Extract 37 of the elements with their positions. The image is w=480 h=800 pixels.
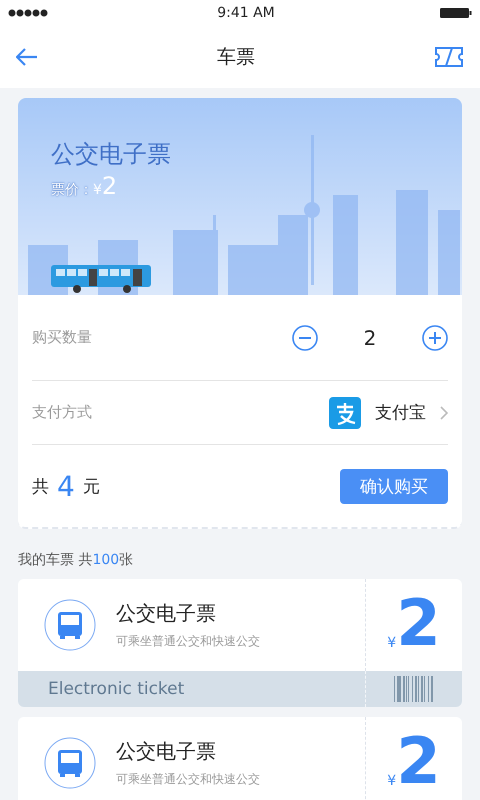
total-suffix: 元 [82, 476, 100, 498]
ticket-card[interactable]: 公交电子票 可乘坐普通公交和快速公交 ¥2 Electronic ticket [18, 579, 462, 707]
ticket-name: 公交电子票 [116, 738, 217, 765]
total-prefix: 共 [32, 476, 49, 498]
ticket-currency: ¥ [387, 635, 396, 652]
ticket-price: 2 [396, 735, 441, 790]
bus-icon [44, 599, 96, 651]
barcode-icon [394, 676, 434, 702]
back-button[interactable] [16, 48, 38, 66]
ticket-price: 2 [396, 597, 441, 652]
ticket-description: 可乘坐普通公交和快速公交 [116, 771, 260, 788]
payment-logo-icon [329, 396, 361, 428]
ticket-currency: ¥ [387, 773, 396, 790]
payment-method-selector[interactable]: 支付宝 [329, 396, 448, 428]
payment-method: 支付宝 [375, 402, 426, 424]
quantity-label: 购买数量 [32, 328, 92, 347]
quantity-value: 2 [362, 326, 378, 350]
price-label: 票价： [51, 181, 93, 199]
price-value: 2 [102, 172, 118, 200]
status-time: 9:41 AM [217, 5, 275, 21]
page-title: 车票 [217, 45, 255, 70]
total-amount: 4 [57, 470, 75, 502]
ticket-name: 公交电子票 [116, 600, 217, 627]
ticket-count: 共100张 [78, 551, 134, 569]
minus-button[interactable] [292, 324, 318, 350]
currency-sign: ¥ [93, 182, 102, 198]
ticket-button[interactable] [434, 46, 464, 68]
bus-icon [44, 737, 96, 789]
plus-button[interactable] [422, 324, 448, 350]
section-title: 我的车票 [18, 551, 74, 569]
ticket-description: 可乘坐普通公交和快速公交 [116, 633, 260, 650]
ticket-card[interactable]: 公交电子票 可乘坐普通公交和快速公交 ¥2 [18, 717, 462, 800]
chevron-right-icon [440, 406, 448, 420]
payment-label: 支付方式 [32, 403, 92, 422]
hero-title: 公交电子票 [51, 139, 172, 170]
ticket-footer-text: Electronic ticket [18, 671, 366, 707]
battery-icon [440, 7, 472, 19]
